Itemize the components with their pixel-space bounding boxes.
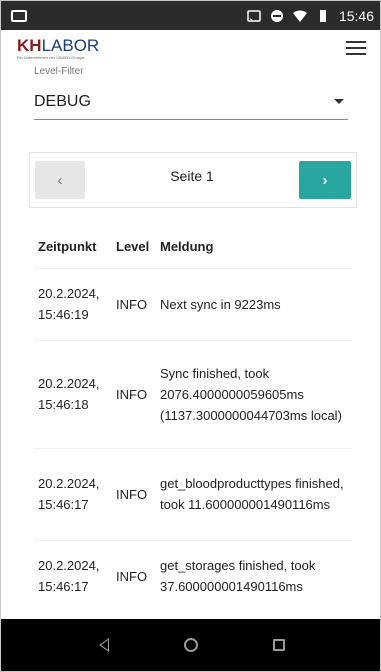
row-time: 20.2.2024, 15:46:17 [34, 447, 112, 540]
cast-icon [247, 9, 261, 22]
row-message: Next sync in 9223ms [156, 267, 352, 340]
recent-apps-icon[interactable] [272, 639, 285, 651]
do-not-disturb-icon [270, 9, 283, 22]
level-filter-label: Level-Filter [34, 66, 84, 77]
home-icon[interactable] [183, 638, 198, 652]
logo-kh-text: KH [17, 35, 42, 55]
khlabor-logo[interactable]: KHLABOR Ein Unternehmen der VAMED Gruppe [17, 37, 99, 60]
hamburger-menu-icon[interactable] [346, 41, 366, 55]
next-page-button[interactable]: › [299, 161, 351, 199]
row-level: INFO [112, 267, 156, 340]
column-header-level: Level [116, 239, 150, 255]
wifi-icon [292, 10, 307, 22]
status-icons: 15:46 [247, 8, 374, 24]
row-level: INFO [112, 339, 156, 448]
table-header-row: Zeitpunkt Level Meldung [34, 226, 352, 268]
back-icon[interactable] [98, 638, 109, 652]
log-content: Level-Filter DEBUG ‹ Seite 1 › Zeitpunkt… [1, 66, 380, 621]
row-time: 20.2.2024, 15:46:17 [34, 539, 112, 612]
clock: 15:46 [338, 7, 374, 24]
log-table: Zeitpunkt Level Meldung 20.2.2024, 15:46… [34, 226, 352, 612]
table-row: 20.2.2024, 15:46:17 INFO get_bloodproduc… [34, 447, 352, 540]
app-bar: KHLABOR Ein Unternehmen der VAMED Gruppe [1, 30, 380, 66]
previous-page-button[interactable]: ‹ [35, 161, 85, 199]
status-bar: 15:46 [1, 1, 380, 30]
row-time: 20.2.2024, 15:46:18 [34, 339, 112, 448]
table-row: 20.2.2024, 15:46:17 INFO get_storages fi… [34, 539, 352, 612]
level-filter-select[interactable]: DEBUG [34, 84, 348, 120]
android-navigation-bar [1, 619, 380, 671]
row-message: get_bloodproducttypes finished, took 11.… [156, 447, 352, 540]
row-level: INFO [112, 539, 156, 612]
level-filter-value: DEBUG [34, 92, 91, 110]
column-header-time: Zeitpunkt [38, 239, 97, 255]
row-message: get_storages finished, took 37.600000001… [156, 539, 352, 612]
logo-labor-text: LABOR [41, 35, 100, 55]
page-indicator: Seite 1 [170, 168, 214, 184]
battery-icon [319, 9, 326, 22]
row-level: INFO [112, 447, 156, 540]
pagination-bar: ‹ Seite 1 › [29, 152, 357, 208]
column-header-message: Meldung [160, 239, 214, 255]
dropdown-caret-icon [334, 99, 344, 104]
table-row: 20.2.2024, 15:46:18 INFO Sync finished, … [34, 339, 352, 448]
table-row: 20.2.2024, 15:46:19 INFO Next sync in 92… [34, 267, 352, 340]
logo-subtitle: Ein Unternehmen der VAMED Gruppe [17, 54, 85, 60]
device-screen: 15:46 KHLABOR Ein Unternehmen der VAMED … [0, 0, 381, 672]
notification-icon [11, 9, 27, 22]
row-time: 20.2.2024, 15:46:19 [34, 267, 112, 340]
row-message: Sync finished, took 2076.4000000059605ms… [156, 339, 352, 448]
